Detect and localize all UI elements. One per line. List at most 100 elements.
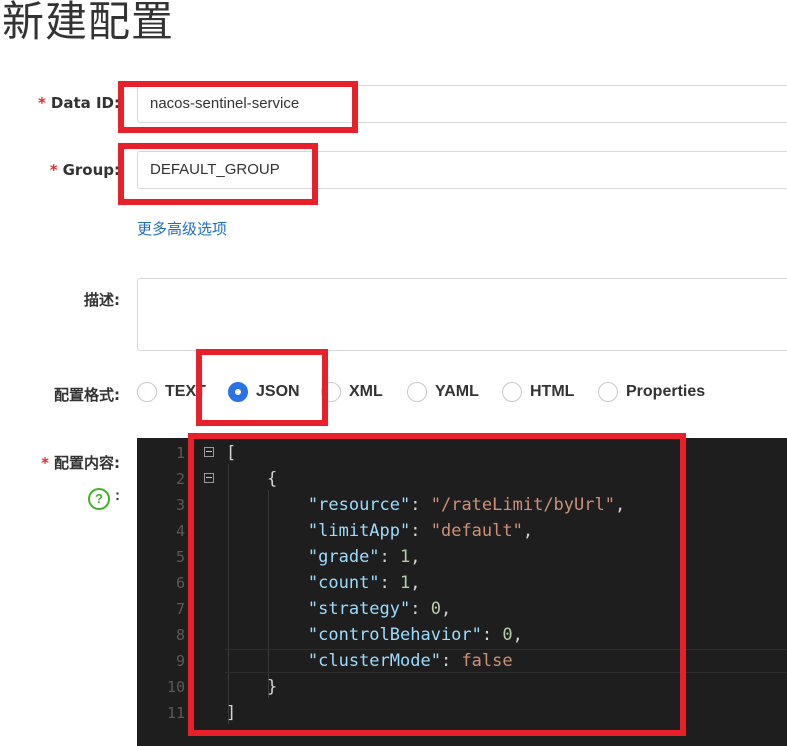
radio-circle-icon — [407, 382, 427, 402]
format-option-json[interactable]: JSON — [228, 378, 300, 406]
format-option-properties[interactable]: Properties — [598, 378, 705, 406]
code-line: "grade": 1, — [226, 544, 421, 570]
collapse-minus-icon[interactable] — [204, 473, 214, 483]
line-number: 5 — [175, 548, 185, 566]
code-editor[interactable]: 1 2 3 4 5 6 7 8 9 10 11 [ { "resource": "/rateLimi… — [137, 438, 787, 746]
radio-circle-icon — [321, 382, 341, 402]
format-option-xml[interactable]: XML — [321, 378, 383, 406]
data-id-label-text: Data ID: — [50, 94, 120, 112]
group-input[interactable]: DEFAULT_GROUP — [137, 151, 787, 189]
json-punctuation: , — [410, 547, 421, 567]
json-punctuation: , — [410, 573, 421, 593]
json-value: false — [461, 651, 513, 671]
code-line: "resource": "/rateLimit/byUrl", — [226, 492, 625, 518]
json-punctuation: [ — [226, 443, 237, 463]
code-line: "controlBehavior": 0, — [226, 622, 523, 648]
code-line: "strategy": 0, — [226, 596, 451, 622]
format-option-yaml[interactable]: YAML — [407, 378, 479, 406]
code-line: ] — [226, 700, 236, 726]
json-punctuation: , — [614, 495, 626, 515]
json-colon: : — [440, 651, 462, 671]
format-option-label: JSON — [256, 383, 300, 400]
json-colon: : — [379, 573, 401, 593]
line-number: 11 — [166, 704, 185, 722]
code-line: "count": 1, — [226, 570, 421, 596]
description-label: 描述: — [84, 291, 120, 309]
line-number: 8 — [175, 626, 185, 644]
json-colon: : — [379, 547, 401, 567]
line-number: 9 — [175, 652, 185, 670]
json-value: "/rateLimit/byUrl" — [430, 495, 615, 515]
line-number-gutter: 1 2 3 4 5 6 7 8 9 10 11 — [137, 438, 189, 746]
format-label: 配置格式: — [54, 386, 120, 404]
group-label: * Group: — [50, 161, 120, 179]
json-key: "resource" — [307, 495, 411, 515]
code-line: [ — [226, 440, 236, 466]
data-id-label: * Data ID: — [38, 94, 120, 112]
format-option-label: XML — [349, 383, 383, 400]
data-id-input[interactable]: nacos-sentinel-service — [137, 85, 787, 123]
line-number: 4 — [175, 522, 185, 540]
required-mark: * — [49, 161, 58, 179]
group-label-text: Group: — [62, 161, 120, 179]
line-number: 2 — [175, 470, 185, 488]
json-value: "default" — [430, 521, 523, 541]
json-key: "strategy" — [307, 599, 411, 619]
line-number: 10 — [166, 678, 185, 696]
required-mark: * — [41, 454, 49, 472]
json-colon: : — [410, 521, 431, 541]
content-label-text: 配置内容: — [54, 454, 120, 472]
format-option-label: Properties — [626, 383, 706, 400]
code-line: { — [226, 466, 277, 492]
json-key: "clusterMode" — [307, 651, 441, 671]
code-line: "clusterMode": false — [226, 648, 513, 674]
json-value: 0 — [502, 625, 513, 645]
json-colon: : — [410, 599, 431, 619]
json-key: "limitApp" — [307, 521, 411, 541]
json-punctuation: { — [266, 469, 278, 489]
json-key: "count" — [307, 573, 380, 593]
required-mark: * — [38, 94, 46, 112]
description-textarea[interactable] — [137, 278, 787, 351]
format-option-label: TEXT — [165, 383, 206, 400]
help-colon: : — [115, 487, 120, 504]
radio-circle-icon — [598, 382, 618, 402]
advanced-options-link[interactable]: 更多高级选项 — [137, 218, 227, 239]
json-value: 0 — [430, 599, 441, 619]
json-punctuation: , — [522, 521, 534, 541]
page-title: 新建配置 — [2, 0, 175, 46]
json-punctuation: , — [512, 625, 523, 645]
json-colon: : — [410, 495, 431, 515]
json-punctuation: , — [440, 599, 452, 619]
line-number: 7 — [175, 600, 185, 618]
json-key: "grade" — [307, 547, 380, 567]
line-number: 1 — [175, 444, 185, 462]
code-line: } — [226, 674, 277, 700]
format-option-html[interactable]: HTML — [502, 378, 574, 406]
line-number: 6 — [175, 574, 185, 592]
content-label: * 配置内容: — [41, 452, 120, 473]
code-line: "limitApp": "default", — [226, 518, 533, 544]
json-colon: : — [481, 625, 503, 645]
json-value: 1 — [400, 547, 411, 567]
question-circle-icon[interactable]: ? — [88, 488, 110, 510]
radio-circle-icon — [137, 382, 157, 402]
json-value: 1 — [400, 573, 411, 593]
json-key: "controlBehavior" — [307, 625, 482, 645]
collapse-minus-icon[interactable] — [204, 447, 214, 457]
radio-checked-icon — [228, 382, 248, 402]
format-option-label: HTML — [530, 383, 575, 400]
json-punctuation: ] — [226, 703, 237, 723]
json-punctuation: } — [266, 677, 278, 697]
line-number: 3 — [175, 496, 185, 514]
format-option-text[interactable]: TEXT — [137, 378, 206, 406]
